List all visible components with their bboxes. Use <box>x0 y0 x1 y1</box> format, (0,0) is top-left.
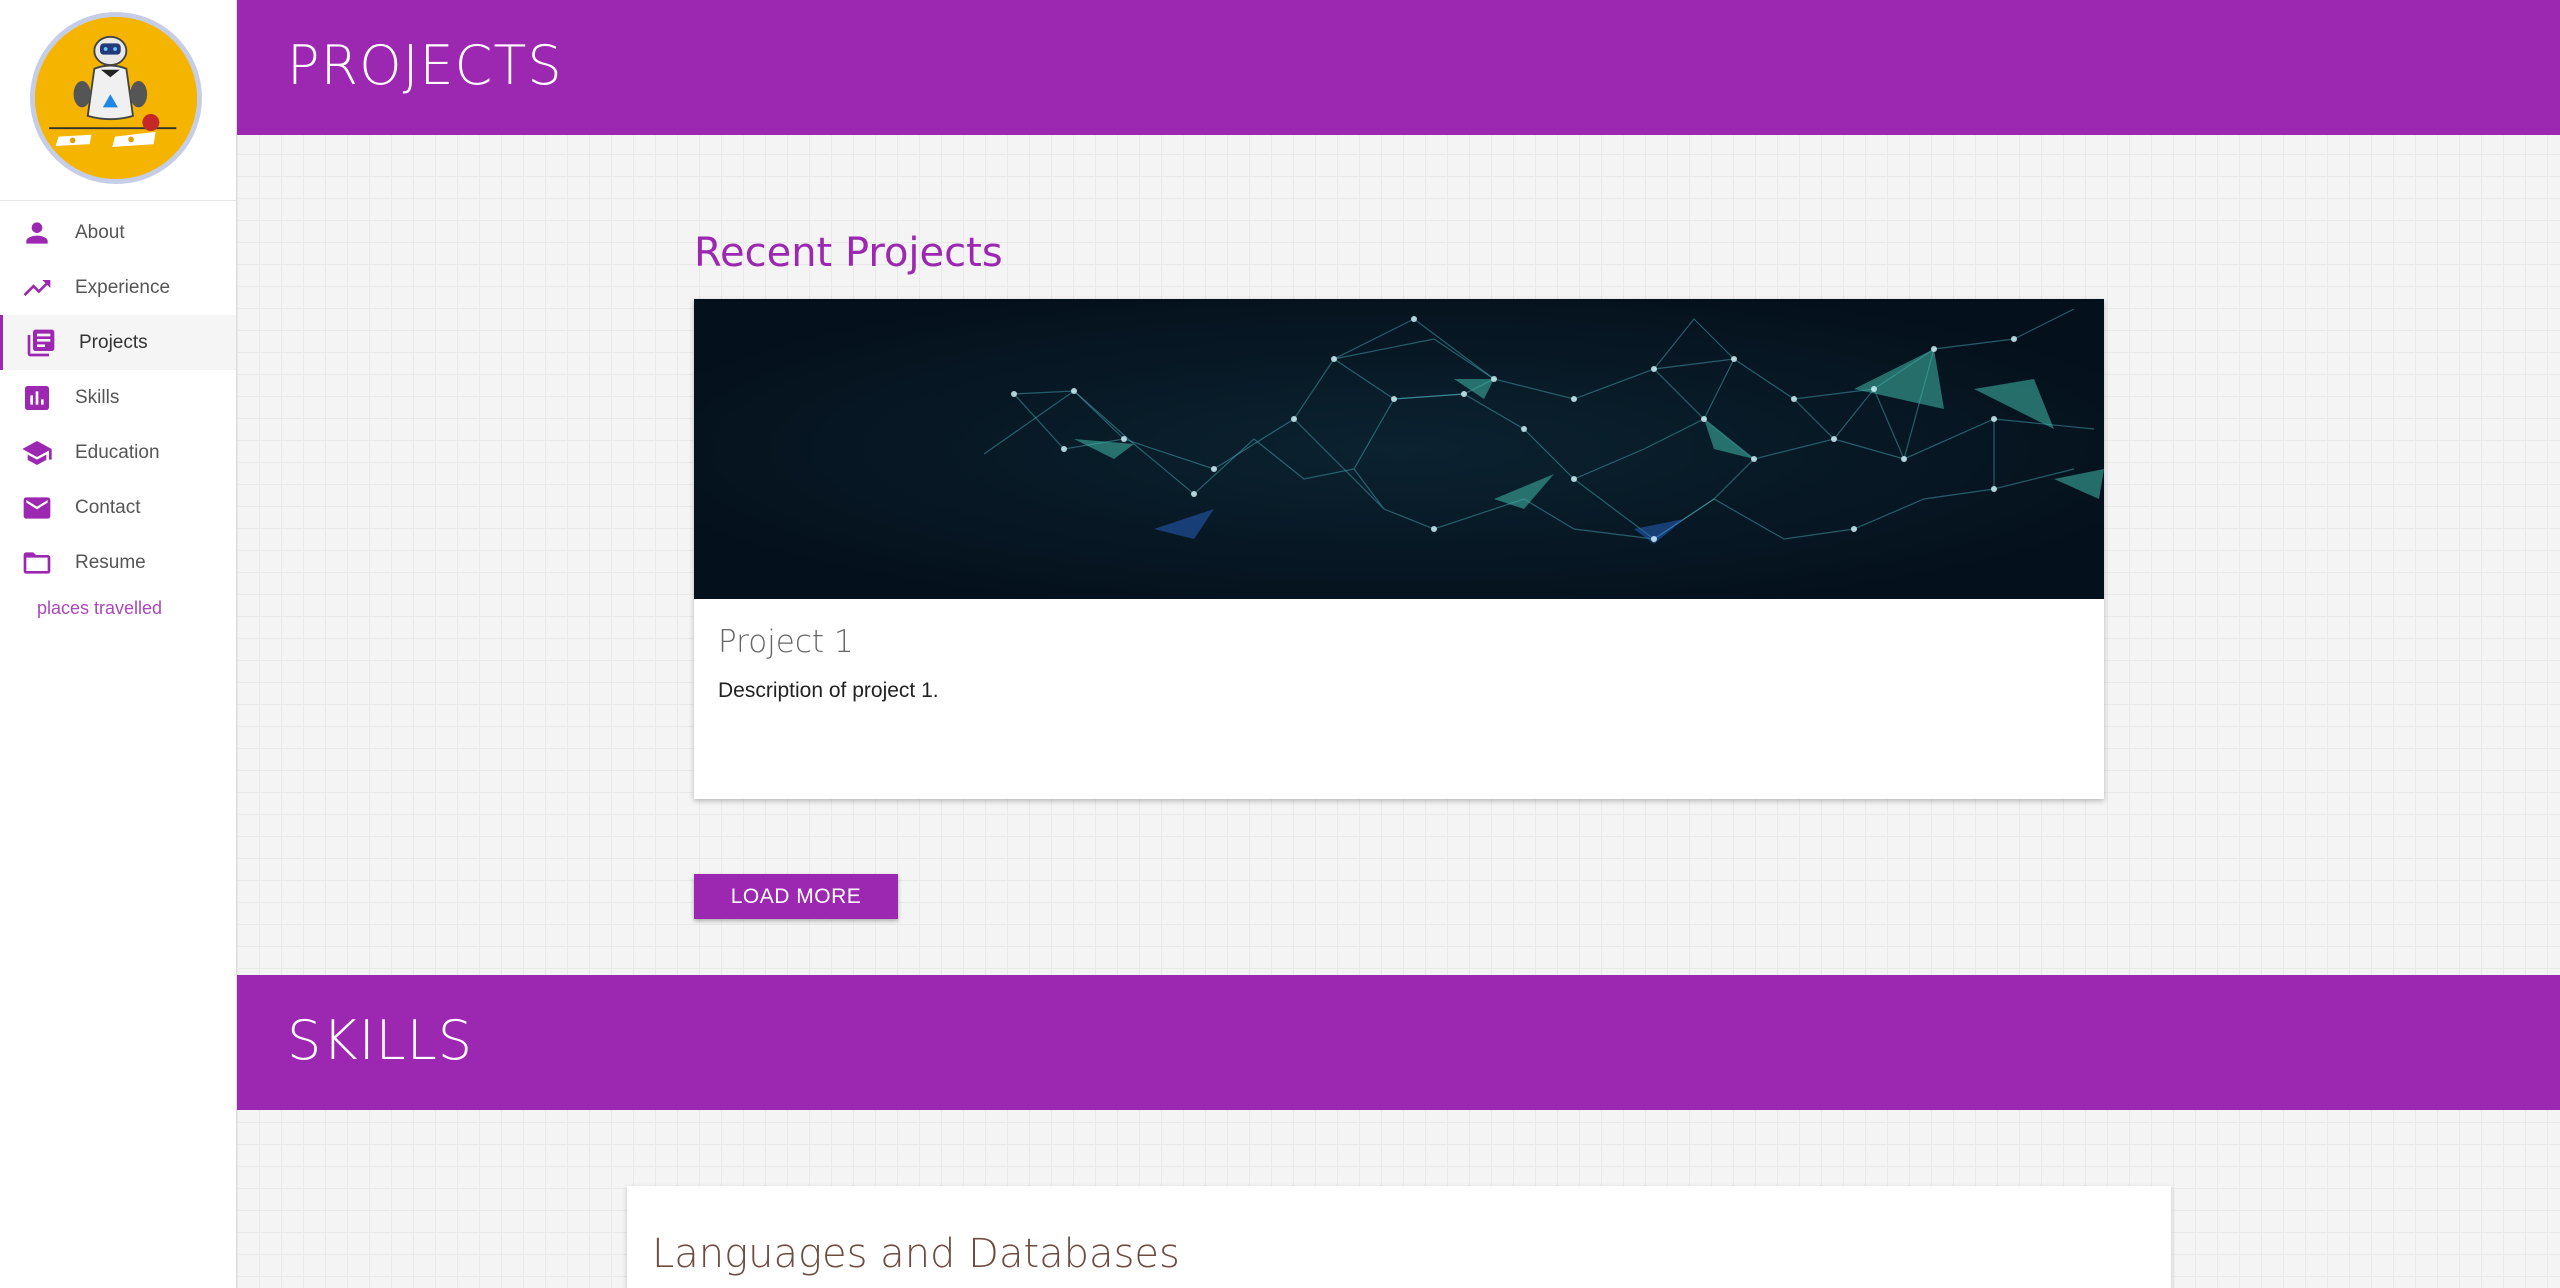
person-icon <box>20 216 54 250</box>
sidebar-item-contact[interactable]: Contact <box>0 480 236 535</box>
sidebar-item-label: Contact <box>75 496 141 518</box>
skills-card: Languages and Databases <box>627 1186 2171 1288</box>
sidebar-item-label: Experience <box>75 276 171 298</box>
project-card[interactable]: Project 1 Description of project 1. <box>694 299 2104 799</box>
skills-section-title: SKILLS <box>287 1009 474 1072</box>
main-content: PROJECTS Recent Projects Project 1 Descr… <box>237 0 2560 1288</box>
sidebar-item-about[interactable]: About <box>0 205 236 260</box>
projects-section-title: PROJECTS <box>287 34 563 97</box>
sidebar: About Experience Projects Skills Educati… <box>0 0 237 1288</box>
sidebar-item-label: Skills <box>75 386 120 408</box>
bar-chart-icon <box>20 381 54 415</box>
avatar-container <box>0 0 236 201</box>
load-more-button[interactable]: LOAD MORE <box>694 874 898 919</box>
avatar[interactable] <box>30 12 202 184</box>
sidebar-item-skills[interactable]: Skills <box>0 370 236 425</box>
skills-header: SKILLS <box>237 975 2560 1110</box>
sidebar-item-label: Education <box>75 441 160 463</box>
folder-icon <box>20 546 54 580</box>
library-books-icon <box>24 326 58 360</box>
network-graph-image <box>694 299 2104 599</box>
sidebar-nav: About Experience Projects Skills Educati… <box>0 205 236 590</box>
sidebar-item-resume[interactable]: Resume <box>0 535 236 590</box>
project-title: Project 1 <box>718 624 854 660</box>
skills-card-title: Languages and Databases <box>652 1231 1180 1277</box>
recent-projects-title: Recent Projects <box>694 230 1003 276</box>
project-description: Description of project 1. <box>718 679 939 702</box>
mail-icon <box>20 491 54 525</box>
sidebar-item-experience[interactable]: Experience <box>0 260 236 315</box>
sidebar-item-education[interactable]: Education <box>0 425 236 480</box>
sidebar-item-label: Projects <box>79 331 148 353</box>
places-travelled-link[interactable]: places travelled <box>0 598 236 619</box>
projects-header: PROJECTS <box>237 0 2560 135</box>
trending-up-icon <box>20 271 54 305</box>
sidebar-item-label: Resume <box>75 551 146 573</box>
robot-avatar-icon <box>35 17 197 179</box>
sidebar-item-label: About <box>75 221 125 243</box>
school-icon <box>20 436 54 470</box>
sidebar-item-projects[interactable]: Projects <box>0 315 236 370</box>
